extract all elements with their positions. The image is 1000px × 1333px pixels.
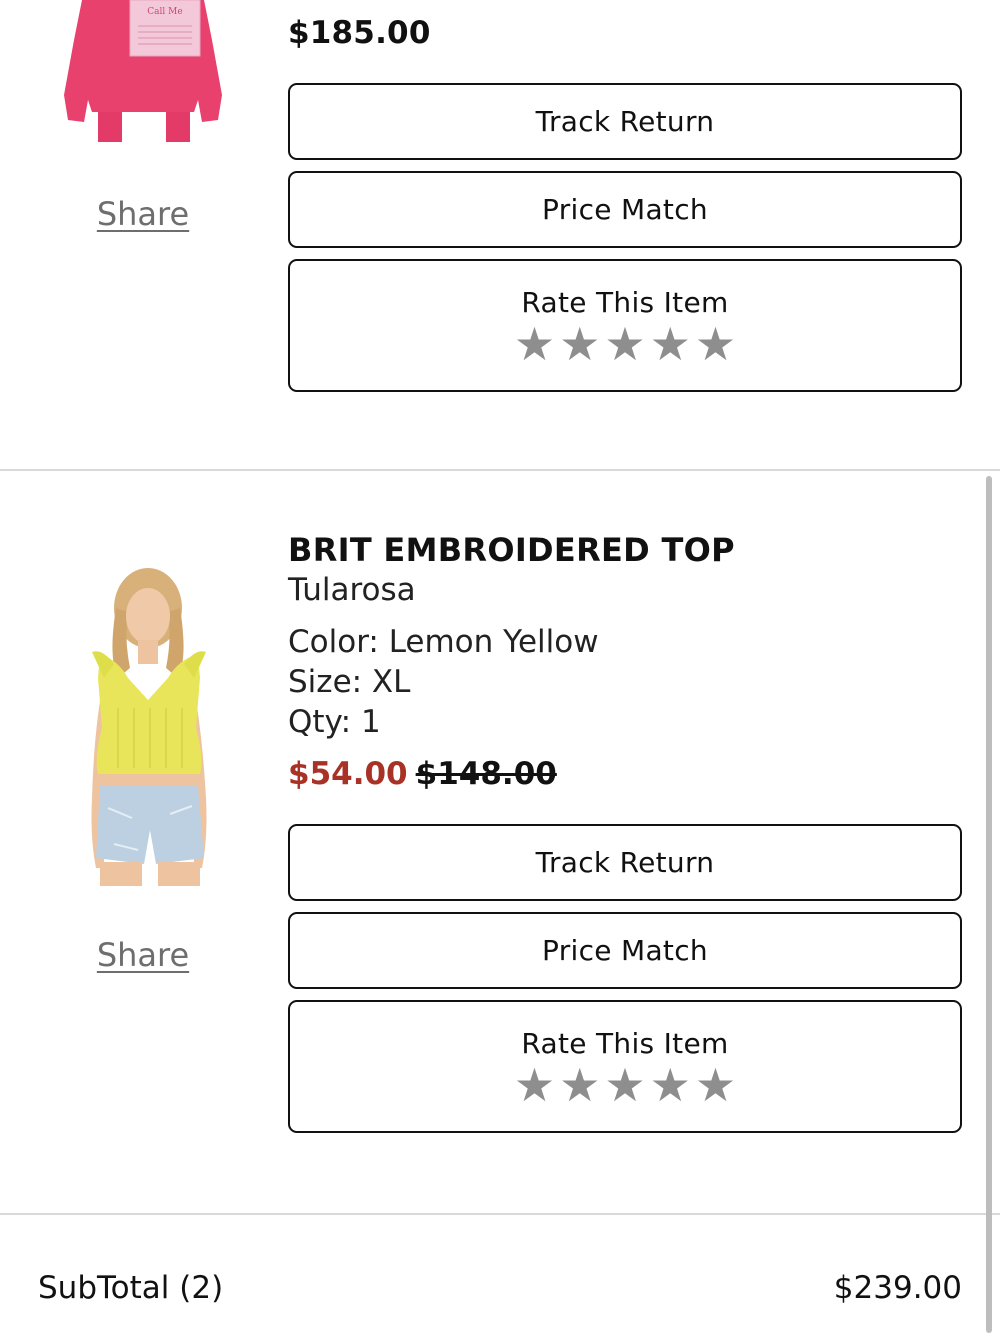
product-price: $54.00 $148.00 bbox=[288, 756, 557, 792]
track-return-button[interactable]: Track Return bbox=[288, 824, 962, 901]
scrollbar[interactable] bbox=[986, 476, 992, 1333]
product-image-top[interactable] bbox=[78, 568, 220, 886]
svg-text:Call Me: Call Me bbox=[147, 7, 182, 17]
star-icon[interactable]: ★ bbox=[604, 1062, 645, 1108]
subtotal-value: $239.00 bbox=[833, 1270, 962, 1306]
rate-item-label: Rate This Item bbox=[521, 1027, 729, 1060]
sale-price: $54.00 bbox=[288, 756, 408, 792]
star-icon[interactable]: ★ bbox=[559, 321, 600, 367]
star-icon[interactable]: ★ bbox=[559, 1062, 600, 1108]
star-icon[interactable]: ★ bbox=[514, 1062, 555, 1108]
star-icon[interactable]: ★ bbox=[650, 1062, 691, 1108]
rate-item-label: Rate This Item bbox=[521, 286, 729, 319]
price-match-button[interactable]: Price Match bbox=[288, 912, 962, 989]
product-brand: Tularosa bbox=[288, 572, 416, 608]
star-icon[interactable]: ★ bbox=[650, 321, 691, 367]
star-icon[interactable]: ★ bbox=[604, 321, 645, 367]
track-return-button[interactable]: Track Return bbox=[288, 83, 962, 160]
star-icon[interactable]: ★ bbox=[695, 321, 736, 367]
star-rating[interactable]: ★ ★ ★ ★ ★ bbox=[514, 1062, 736, 1108]
subtotal-divider bbox=[0, 1213, 1000, 1215]
original-price: $148.00 bbox=[415, 756, 557, 792]
item-divider bbox=[0, 469, 1000, 471]
rate-item-box: Rate This Item ★ ★ ★ ★ ★ bbox=[288, 1000, 962, 1133]
item-price: $185.00 bbox=[288, 15, 431, 51]
star-icon[interactable]: ★ bbox=[514, 321, 555, 367]
product-color: Color: Lemon Yellow bbox=[288, 624, 599, 660]
product-name[interactable]: BRIT EMBROIDERED TOP bbox=[288, 531, 735, 569]
product-size: Size: XL bbox=[288, 664, 411, 700]
star-rating[interactable]: ★ ★ ★ ★ ★ bbox=[514, 321, 736, 367]
price-match-button[interactable]: Price Match bbox=[288, 171, 962, 248]
rate-item-box: Rate This Item ★ ★ ★ ★ ★ bbox=[288, 259, 962, 392]
order-details-page: Call Me Share $185.00 Track Return Price… bbox=[0, 0, 1000, 1333]
product-qty: Qty: 1 bbox=[288, 704, 381, 740]
star-icon[interactable]: ★ bbox=[695, 1062, 736, 1108]
product-image-sweatshirt[interactable]: Call Me bbox=[62, 0, 224, 142]
subtotal-label: SubTotal (2) bbox=[38, 1270, 224, 1306]
share-link[interactable]: Share bbox=[43, 936, 243, 974]
share-link[interactable]: Share bbox=[43, 195, 243, 233]
